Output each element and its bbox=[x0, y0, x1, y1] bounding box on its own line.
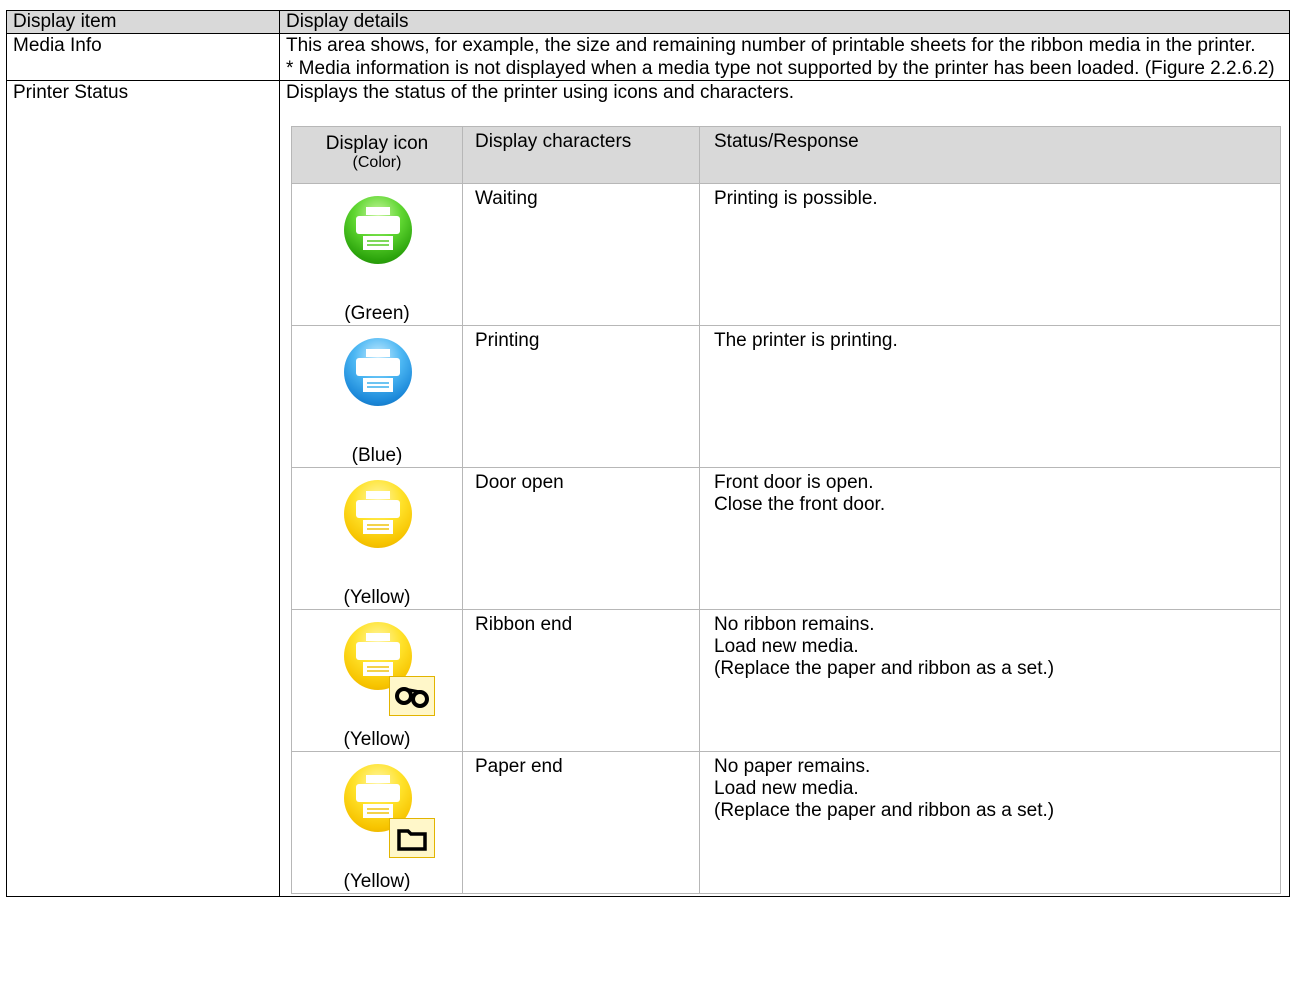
display-characters: Waiting bbox=[462, 183, 700, 326]
header-display-details: Display details bbox=[279, 10, 1290, 34]
media-info-row: Media Info This area shows, for example,… bbox=[6, 33, 1290, 81]
status-row-ribbon-end: (Yellow) Ribbon end No ribbon remains. L… bbox=[291, 609, 1281, 752]
display-items-table: Display item Display details Media Info … bbox=[6, 10, 1290, 897]
status-icon-cell: (Yellow) bbox=[291, 751, 463, 894]
printer-yellow-icon bbox=[344, 480, 412, 548]
status-icons-table: Display icon (Color) Display characters … bbox=[291, 126, 1281, 894]
printer-blue-icon bbox=[344, 338, 412, 406]
ribbon-end-badge-icon bbox=[389, 676, 435, 716]
status-line: No paper remains. bbox=[714, 756, 871, 777]
display-icon-color-heading: (Color) bbox=[352, 154, 402, 171]
media-info-note: * Media information is not displayed whe… bbox=[286, 58, 1275, 79]
printer-green-icon bbox=[344, 196, 412, 264]
printer-status-label: Printer Status bbox=[6, 80, 280, 897]
header-display-item: Display item bbox=[6, 10, 280, 34]
status-row-waiting: (Green) Waiting Printing is possible. bbox=[291, 183, 1281, 326]
icon-color-label: (Blue) bbox=[351, 445, 403, 466]
status-icon-cell: (Blue) bbox=[291, 325, 463, 468]
icon-color-label: (Yellow) bbox=[343, 587, 411, 608]
header-display-icon: Display icon (Color) bbox=[291, 126, 463, 184]
status-row-paper-end: (Yellow) Paper end No paper remains. Loa… bbox=[291, 751, 1281, 894]
display-characters: Paper end bbox=[462, 751, 700, 894]
display-characters: Ribbon end bbox=[462, 609, 700, 752]
status-row-printing: (Blue) Printing The printer is printing. bbox=[291, 325, 1281, 468]
status-line: The printer is printing. bbox=[714, 330, 898, 351]
status-table-header: Display icon (Color) Display characters … bbox=[291, 126, 1281, 184]
status-line: No ribbon remains. bbox=[714, 614, 875, 635]
status-response: Printing is possible. bbox=[699, 183, 1281, 326]
printer-status-details: Displays the status of the printer using… bbox=[279, 80, 1290, 897]
header-row: Display item Display details bbox=[6, 10, 1290, 34]
header-display-characters: Display characters bbox=[462, 126, 700, 184]
icon-color-label: (Green) bbox=[344, 303, 410, 324]
display-characters: Door open bbox=[462, 467, 700, 610]
status-line: Load new media. bbox=[714, 636, 859, 657]
printer-status-intro: Displays the status of the printer using… bbox=[286, 82, 794, 103]
status-line: (Replace the paper and ribbon as a set.) bbox=[714, 800, 1055, 821]
status-response: The printer is printing. bbox=[699, 325, 1281, 468]
printer-status-row: Printer Status Displays the status of th… bbox=[6, 80, 1290, 897]
status-line: Printing is possible. bbox=[714, 188, 878, 209]
display-characters: Printing bbox=[462, 325, 700, 468]
icon-color-label: (Yellow) bbox=[343, 729, 411, 750]
icon-color-label: (Yellow) bbox=[343, 871, 411, 892]
status-row-door-open: (Yellow) Door open Front door is open. C… bbox=[291, 467, 1281, 610]
status-line: Close the front door. bbox=[714, 494, 886, 515]
header-status-response: Status/Response bbox=[699, 126, 1281, 184]
status-icon-cell: (Yellow) bbox=[291, 467, 463, 610]
paper-end-badge-icon bbox=[389, 818, 435, 858]
status-line: Load new media. bbox=[714, 778, 859, 799]
status-response: Front door is open. Close the front door… bbox=[699, 467, 1281, 610]
status-line: Front door is open. bbox=[714, 472, 874, 493]
status-line: (Replace the paper and ribbon as a set.) bbox=[714, 658, 1055, 679]
media-info-details: This area shows, for example, the size a… bbox=[279, 33, 1290, 81]
status-icon-cell: (Green) bbox=[291, 183, 463, 326]
media-info-label: Media Info bbox=[6, 33, 280, 81]
status-response: No paper remains. Load new media. (Repla… bbox=[699, 751, 1281, 894]
status-response: No ribbon remains. Load new media. (Repl… bbox=[699, 609, 1281, 752]
media-info-description: This area shows, for example, the size a… bbox=[286, 35, 1256, 56]
display-icon-heading: Display icon bbox=[325, 133, 429, 154]
status-icon-cell: (Yellow) bbox=[291, 609, 463, 752]
